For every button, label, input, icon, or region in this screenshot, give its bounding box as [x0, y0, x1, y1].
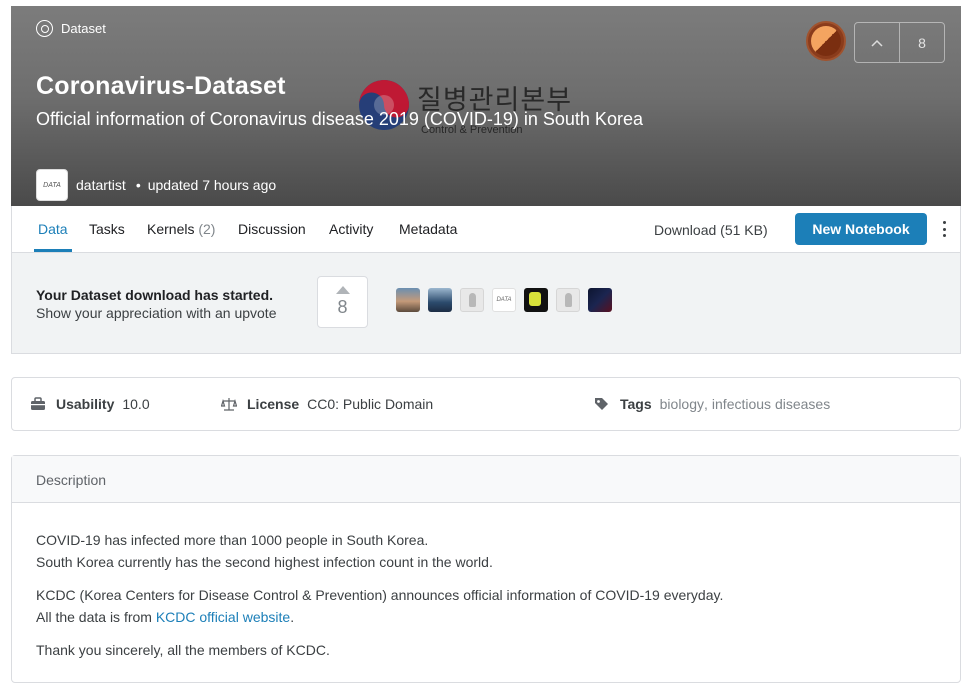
owner-info: DATA datartist • updated 7 hours ago	[36, 169, 276, 201]
tab-kernels-label: Kernels	[147, 221, 195, 237]
description-paragraph: COVID-19 has infected more than 1000 peo…	[36, 529, 936, 573]
tag-icon	[595, 398, 608, 410]
briefcase-icon	[31, 397, 45, 410]
description-line: South Korea currently has the second hig…	[36, 554, 493, 570]
active-tab-indicator	[34, 249, 72, 252]
description-line: Thank you sincerely, all the members of …	[36, 642, 330, 658]
tab-discussion[interactable]: Discussion	[238, 221, 306, 237]
download-started-text: Your Dataset download has started.	[36, 287, 274, 303]
dataset-type-badge: Dataset	[36, 20, 106, 37]
license-label: License	[247, 396, 300, 412]
voter-avatar[interactable]	[428, 288, 452, 312]
usability-label: Usability	[56, 396, 115, 412]
owner-avatar[interactable]: DATA	[36, 169, 68, 201]
license-value[interactable]: CC0: Public Domain	[307, 396, 433, 412]
description-paragraph: KCDC (Korea Centers for Disease Control …	[36, 584, 936, 628]
description-body: COVID-19 has infected more than 1000 peo…	[12, 503, 960, 661]
description-line-prefix: All the data is from	[36, 609, 156, 625]
chevron-up-icon	[871, 39, 883, 47]
usability-meta: Usability 10.0	[30, 396, 150, 412]
dataset-meta-row: Usability 10.0 License CC0: Public Domai…	[11, 377, 961, 431]
panel-vote-count: 8	[337, 297, 348, 317]
voter-avatar[interactable]: DATA	[492, 288, 516, 312]
description-line: KCDC (Korea Centers for Disease Control …	[36, 587, 724, 603]
dataset-subtitle: Official information of Coronavirus dise…	[36, 109, 643, 129]
dataset-tabbar: Data Tasks Kernels (2) Discussion Activi…	[11, 206, 961, 253]
voter-avatar[interactable]	[588, 288, 612, 312]
download-message: Your Dataset download has started. Show …	[36, 286, 276, 322]
voter-avatar[interactable]	[396, 288, 420, 312]
upvote-triangle-icon	[335, 286, 350, 294]
tag-separator: ,	[704, 396, 708, 412]
usability-value: 10.0	[122, 396, 150, 412]
separator-dot: •	[135, 177, 141, 193]
dataset-type-label: Dataset	[61, 21, 106, 36]
license-meta: License CC0: Public Domain	[221, 396, 433, 412]
voter-avatars: DATA	[396, 288, 612, 312]
dataset-header: 질병관리본부 Control & Prevention Dataset Coro…	[11, 6, 961, 206]
description-line: COVID-19 has infected more than 1000 peo…	[36, 532, 429, 548]
tags-meta: Tags biology, infectious diseases	[594, 396, 830, 412]
tab-kernels[interactable]: Kernels (2)	[147, 221, 215, 237]
appreciation-text: Show your appreciation with an upvote	[36, 305, 277, 321]
scale-icon	[221, 398, 237, 411]
voter-avatar[interactable]	[556, 288, 580, 312]
header-upvote-button[interactable]	[855, 23, 900, 62]
tab-metadata[interactable]: Metadata	[399, 221, 457, 237]
kcdc-website-link[interactable]: KCDC official website	[156, 609, 290, 625]
panel-upvote-button[interactable]: 8	[317, 276, 368, 328]
voter-avatar[interactable]	[524, 288, 548, 312]
more-options-icon[interactable]	[941, 221, 947, 237]
tag-link-infectious-diseases[interactable]: infectious diseases	[712, 396, 830, 412]
dataset-title: Coronavirus-Dataset	[36, 72, 286, 100]
updated-time: updated 7 hours ago	[147, 177, 277, 193]
tab-kernels-count: (2)	[198, 221, 216, 237]
tags-label: Tags	[620, 396, 652, 412]
description-paragraph: Thank you sincerely, all the members of …	[36, 639, 936, 661]
tab-data[interactable]: Data	[38, 221, 68, 237]
header-vote-count: 8	[918, 34, 926, 51]
tab-activity[interactable]: Activity	[329, 221, 373, 237]
voter-avatar[interactable]	[460, 288, 484, 312]
description-card: Description COVID-19 has infected more t…	[11, 455, 961, 683]
new-notebook-button[interactable]: New Notebook	[795, 213, 927, 245]
dataset-icon	[36, 20, 53, 37]
header-upvote-widget: 8	[854, 22, 945, 63]
download-button[interactable]: Download (51 KB)	[654, 222, 768, 238]
current-user-avatar[interactable]	[806, 21, 846, 61]
description-line-suffix: .	[290, 609, 295, 625]
description-heading: Description	[12, 456, 960, 503]
owner-name-link[interactable]: datartist	[76, 177, 126, 193]
tag-link-biology[interactable]: biology	[660, 396, 704, 412]
download-started-panel: Your Dataset download has started. Show …	[11, 253, 961, 354]
tab-tasks[interactable]: Tasks	[89, 221, 125, 237]
